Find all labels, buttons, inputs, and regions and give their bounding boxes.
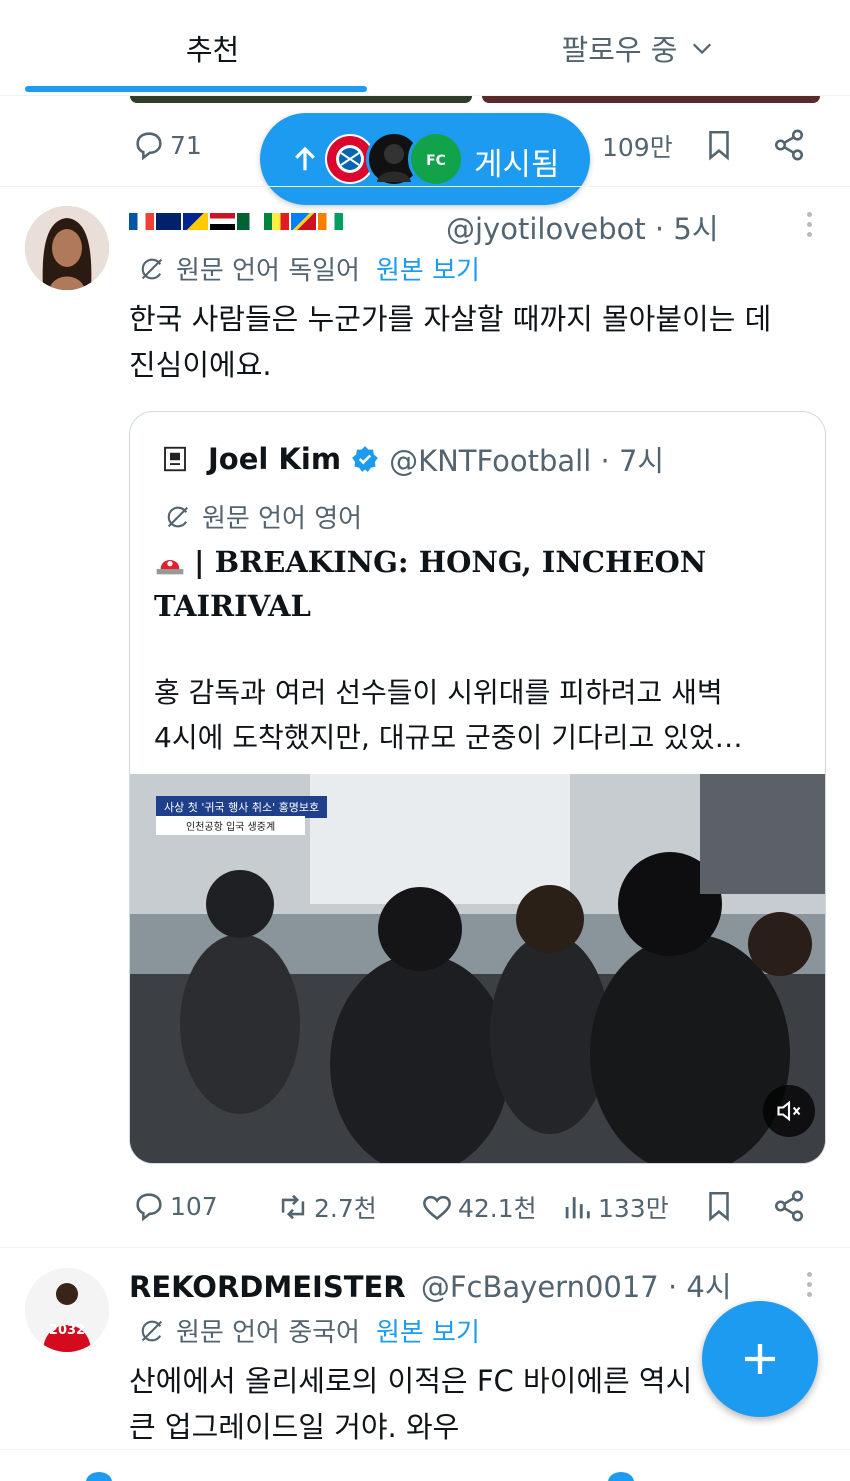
share-button[interactable] [772, 128, 806, 162]
tweet-text: 산에에서 올리세로의 이적은 FC 바이에른 역시 큰 업그레이드일 거야. 와… [129, 1358, 692, 1450]
avatar[interactable] [25, 206, 109, 290]
views-button[interactable]: 133만 [560, 1189, 669, 1225]
translation-label: 원문 언어 영어 [202, 504, 363, 534]
translation-note: 원문 언어 독일어 원본 보기 [138, 250, 480, 287]
tweet-handle-time: @FcBayern0017 · 4시 [420, 1270, 732, 1304]
tweet-text-line: 산에에서 올리세로의 이적은 FC 바이에른 역시 [129, 1364, 693, 1398]
spain-fc-avatar: FC [408, 131, 464, 187]
author-name: REKORDMEISTER [129, 1270, 406, 1304]
plus-icon [745, 1344, 775, 1374]
tweet-author[interactable]: REKORDMEISTER @FcBayern0017 · 4시 [129, 1264, 732, 1306]
repost-button[interactable]: 2.7천 [276, 1189, 377, 1225]
compose-button[interactable] [702, 1301, 818, 1417]
reply-icon [136, 1193, 162, 1222]
translate-icon [141, 1320, 163, 1341]
show-original-link[interactable]: 원본 보기 [376, 1312, 480, 1349]
repost-count: 2.7천 [314, 1194, 377, 1223]
tweet-handle-time: @jyotilovebot · 5시 [446, 212, 719, 246]
share-icon [774, 129, 804, 161]
bookmark-icon [709, 130, 729, 161]
bottom-navigation-bar [0, 1449, 850, 1481]
quoted-handle-time: @KNTFootball · 7시 [389, 444, 665, 478]
bookmark-icon [709, 1191, 729, 1222]
tweet-text-line: 큰 업그레이드일 거야. 와우 [129, 1410, 460, 1444]
reply-button[interactable]: 71 [132, 128, 202, 162]
views-bar-icon [565, 1197, 590, 1219]
reply-count: 71 [170, 130, 202, 160]
share-button[interactable] [772, 1189, 806, 1223]
like-count: 42.1천 [458, 1194, 537, 1223]
quoted-title: | BREAKING: HONG, INCHEON TAIRIVAL [154, 540, 754, 628]
previous-tweet-media-strip [130, 96, 820, 104]
messages-nav-icon[interactable] [608, 1472, 634, 1481]
heart-icon [423, 1195, 451, 1220]
bookmark-button[interactable] [702, 1189, 736, 1223]
quoted-title-line: | BREAKING: HONG, INCHEON [194, 545, 707, 579]
flag-emojis [129, 213, 343, 230]
translate-icon [141, 258, 163, 279]
quoted-tweet-header: Joel Kim @KNTFootball · 7시 [160, 438, 664, 480]
posted-label: 게시됨 [474, 147, 560, 183]
home-nav-icon[interactable] [86, 1472, 112, 1481]
avatar[interactable]: 2032 [25, 1268, 109, 1352]
kntfootball-avatar-icon [164, 446, 186, 472]
reply-button[interactable]: 107 [132, 1189, 218, 1223]
svg-text:2032: 2032 [49, 1323, 85, 1338]
mute-button[interactable] [763, 1085, 815, 1137]
tab-recommended-label: 추천 [185, 33, 240, 67]
tab-following-label: 팔로우 중 [561, 33, 678, 67]
quoted-video[interactable]: 사상 첫 '귀국 행사 취소' 홍명보호 인천공항 입국 생중계 [130, 774, 825, 1163]
video-caption-headline: 사상 첫 '귀국 행사 취소' 홍명보호 [156, 796, 328, 818]
quoted-text-line: 4시에 도착했지만, 대규모 군중이 기다리고 있었… [154, 721, 743, 754]
quoted-author-name[interactable]: Joel Kim [208, 442, 341, 476]
translation-note: 원문 언어 중국어 원본 보기 [138, 1312, 480, 1349]
more-options-icon[interactable] [805, 1272, 813, 1302]
quoted-translation-note: 원문 언어 영어 [164, 498, 362, 535]
views-button[interactable]: 109만 [598, 128, 673, 164]
divider [0, 186, 850, 187]
tab-recommended[interactable]: 추천 [0, 0, 425, 96]
views-count: 109만 [602, 133, 673, 162]
reply-icon [136, 132, 162, 161]
video-caption-subline: 인천공항 입국 생중계 [156, 816, 306, 835]
verified-badge-icon [352, 446, 378, 472]
like-button[interactable]: 42.1천 [420, 1189, 537, 1225]
quoted-text: 홍 감독과 여러 선수들이 시위대를 피하려고 새벽 4시에 도착했지만, 대규… [154, 670, 804, 760]
translation-label: 원문 언어 독일어 [176, 256, 360, 286]
active-tab-indicator [25, 86, 367, 92]
quoted-tweet-card[interactable]: Joel Kim @KNTFootball · 7시 원문 언어 영어 | BR… [129, 411, 826, 1164]
tab-following[interactable]: 팔로우 중 [425, 0, 850, 96]
quoted-title-line: TAIRIVAL [154, 589, 311, 623]
chevron-down-icon [693, 43, 712, 55]
share-icon [774, 1190, 804, 1222]
tweet-text-line: 한국 사람들은 누군가를 자살할 때까지 몰아붙이는 데 [129, 302, 772, 336]
tweet-text-line: 진심이에요. [129, 348, 272, 382]
translate-icon [167, 506, 189, 527]
arrow-up-icon [295, 146, 315, 171]
timeline-tabs: 추천 팔로우 중 [0, 0, 850, 96]
quoted-text-line: 홍 감독과 여러 선수들이 시위대를 피하려고 새벽 [154, 676, 723, 709]
show-original-link[interactable]: 원본 보기 [376, 250, 480, 287]
repost-icon [281, 1194, 305, 1220]
divider [0, 1247, 850, 1248]
new-posts-pill[interactable]: FC 게시됨 [260, 113, 590, 205]
siren-icon [156, 560, 184, 575]
bookmark-button[interactable] [702, 128, 736, 162]
reply-count: 107 [170, 1191, 218, 1221]
svg-text:FC: FC [426, 153, 446, 169]
more-options-icon[interactable] [805, 212, 813, 242]
muted-speaker-icon [777, 1100, 801, 1122]
tweet-text: 한국 사람들은 누군가를 자살할 때까지 몰아붙이는 데 진심이에요. [129, 296, 771, 388]
views-count: 133만 [598, 1194, 669, 1223]
translation-label: 원문 언어 중국어 [176, 1318, 360, 1348]
